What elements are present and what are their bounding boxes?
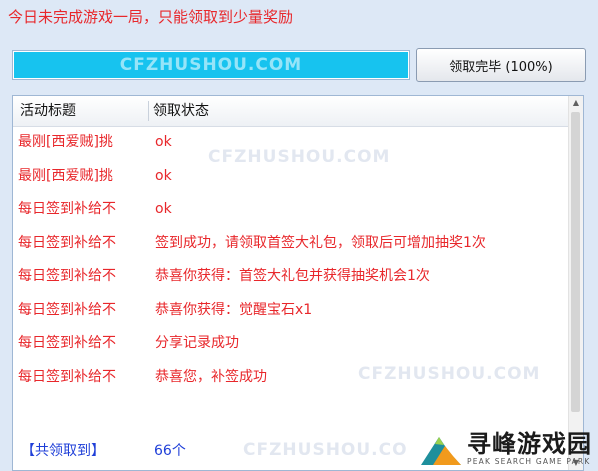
scroll-up-arrow-icon[interactable]: ▲ [569, 96, 583, 110]
row-title: 每日签到补给不 [18, 335, 116, 351]
vertical-scrollbar[interactable]: ▲ ▼ [568, 96, 583, 470]
notice-text: 今日未完成游戏一局，只能领取到少量奖励 [8, 8, 294, 26]
row-status: ok [155, 201, 172, 217]
row-title: 每日签到补给不 [18, 301, 116, 318]
claim-complete-button[interactable]: 领取完毕 (100%) [416, 48, 586, 82]
total-claimed-label: 【共领取到】 [21, 443, 105, 459]
row-status: 恭喜你获得：首签大礼包并获得抽奖机会1次 [155, 268, 430, 284]
column-header-status[interactable]: 领取状态 [153, 96, 209, 126]
row-status: 恭喜您，补签成功 [155, 368, 267, 385]
row-title: 每日签到补给不 [18, 268, 116, 284]
reward-list: 活动标题 领取状态 最刚[西爱贼]挑 ok 最刚[西爱贼]挑 ok 每日签到补给… [12, 95, 584, 471]
list-header: 活动标题 领取状态 [13, 96, 571, 127]
row-title: 每日签到补给不 [18, 368, 116, 385]
row-title: 每日签到补给不 [18, 201, 116, 217]
watermark-text: CFZHUSHOU.COM [208, 147, 391, 167]
row-status: ok [155, 167, 172, 184]
progress-bar: CFZHUSHOU.COM [12, 50, 410, 80]
list-row[interactable]: 每日签到补给不 分享记录成功 [13, 327, 571, 361]
total-claimed-value: 66个 [154, 443, 186, 459]
row-title: 最刚[西爱贼]挑 [18, 134, 113, 150]
logo-chinese-name: 寻峰游戏园 [467, 430, 592, 458]
list-row[interactable]: 每日签到补给不 ok [13, 193, 571, 227]
watermark-text: CFZHUSHOU.COM [358, 364, 541, 384]
row-status: 恭喜你获得：觉醒宝石x1 [155, 301, 313, 318]
row-status: 签到成功，请领取首签大礼包，领取后可增加抽奖1次 [155, 234, 486, 251]
row-status: 分享记录成功 [155, 335, 239, 351]
progress-watermark: CFZHUSHOU.COM [119, 55, 303, 75]
watermark-text: CFZHUSHOU.CO [243, 440, 408, 460]
column-divider [148, 101, 149, 121]
scroll-thumb[interactable] [571, 112, 580, 412]
list-row[interactable]: 每日签到补给不 恭喜你获得：觉醒宝石x1 [13, 294, 571, 328]
row-title: 每日签到补给不 [18, 234, 116, 251]
site-logo: 寻峰游戏园 PEAK SEARCH GAME PARK [419, 431, 592, 467]
mountain-logo-icon [421, 437, 461, 465]
row-title: 最刚[西爱贼]挑 [18, 167, 113, 184]
list-row[interactable]: 每日签到补给不 恭喜你获得：首签大礼包并获得抽奖机会1次 [13, 260, 571, 294]
logo-english-name: PEAK SEARCH GAME PARK [467, 457, 591, 466]
list-row[interactable]: 每日签到补给不 签到成功，请领取首签大礼包，领取后可增加抽奖1次 [13, 227, 571, 261]
column-header-title[interactable]: 活动标题 [20, 96, 76, 126]
row-status: ok [155, 134, 172, 150]
